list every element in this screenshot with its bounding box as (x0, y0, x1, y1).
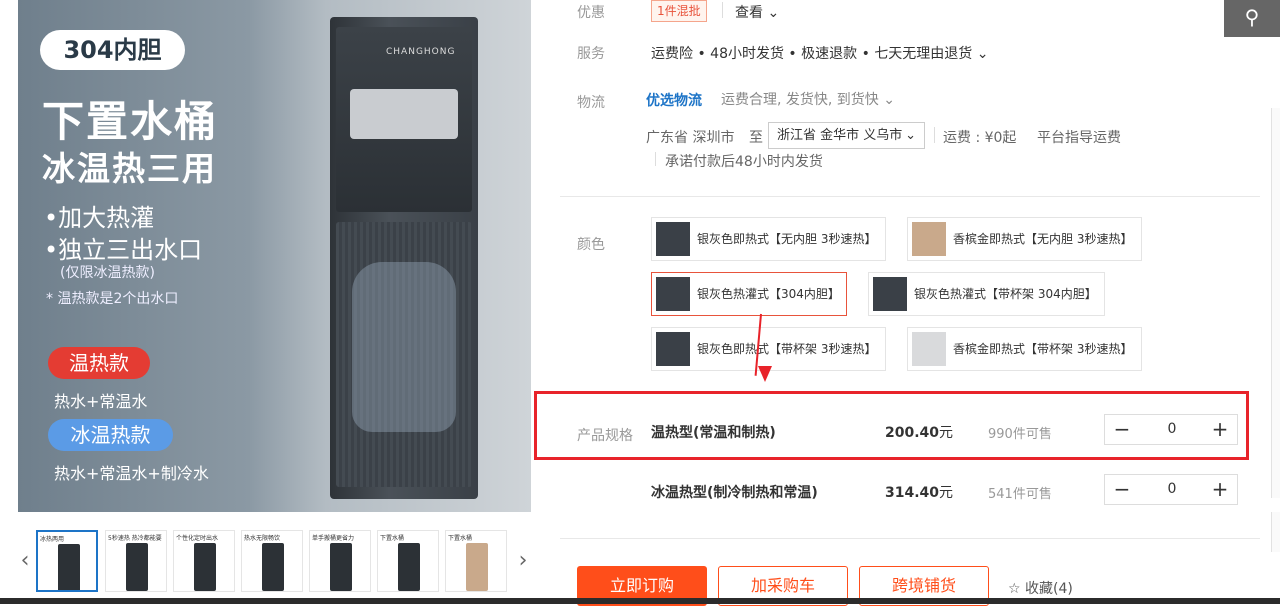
color-option[interactable]: 银灰色热灌式【带杯架 304内胆】 (868, 272, 1105, 316)
section-divider (560, 538, 1260, 539)
spec-price: 314.40元 (885, 485, 954, 501)
chevron-down-icon: ⌄ (883, 92, 895, 108)
increase-button[interactable]: + (1205, 475, 1235, 504)
promo-label: 优惠 (577, 5, 605, 21)
dispenser-tap-panel (350, 89, 458, 139)
thumbnail[interactable]: 热水无限畅饮 (241, 530, 303, 592)
chevron-down-icon: ⌄ (976, 46, 989, 62)
platform-freight: 平台指导运费 (1037, 130, 1121, 146)
thumbnail[interactable]: 单手搬桶更省力 (309, 530, 371, 592)
spec-stock: 541件可售 (988, 487, 1052, 502)
color-option-selected[interactable]: 银灰色热灌式【304内胆】 (651, 272, 847, 316)
quantity-input[interactable]: 0 (1137, 475, 1207, 504)
image-bullet-1: •加大热灌 (44, 204, 155, 232)
divider (655, 152, 656, 166)
image-subhead: 冰温热三用 (42, 149, 217, 188)
inner-tank-pill: 304内胆 (40, 30, 185, 70)
color-option[interactable]: 银灰色即热式【无内胆 3秒速热】 (651, 217, 886, 261)
image-headline: 下置水桶 (42, 97, 219, 146)
search-button[interactable]: ⚲ (1224, 0, 1280, 37)
tag-warm: 温热款 (48, 347, 150, 379)
divider (934, 127, 935, 143)
color-option[interactable]: 香槟金即热式【无内胆 3秒速热】 (907, 217, 1142, 261)
spec-name: 冰温热型(制冷制热和常温) (651, 485, 818, 501)
ship-promise: 承诺付款后48小时内发货 (665, 154, 823, 170)
chevron-down-icon: ⌄ (905, 128, 916, 143)
thumb-prev-button[interactable]: ‹ (18, 530, 32, 592)
color-label: 颜色 (577, 237, 605, 253)
image-bullet-2: •独立三出水口 (44, 236, 203, 264)
ship-from: 广东省 深圳市 (646, 130, 735, 146)
highlight-box (534, 391, 1249, 460)
image-bullet-note: (仅限冰温热款) (60, 265, 155, 281)
mixed-batch-badge: 1件混批 (651, 0, 707, 22)
logistics-desc[interactable]: 运费合理, 发货快, 到货快 ⌄ (721, 89, 895, 109)
tag-cold: 冰温热款 (48, 419, 173, 451)
ship-to-label: 至 (749, 130, 763, 146)
taskbar (0, 598, 1280, 604)
logistics-brand: 优选物流 (646, 93, 702, 109)
freight-text: 运费 : ¥0起 (943, 130, 1017, 146)
water-dispenser-illustration: CHANGHONG (330, 17, 478, 499)
annotation-arrow-head (758, 366, 772, 382)
color-option[interactable]: 银灰色即热式【带杯架 3秒速热】 (651, 327, 886, 371)
quantity-stepper: − 0 + (1104, 474, 1238, 505)
dispenser-bottom-cabinet (336, 222, 472, 487)
image-note: * 温热款是2个出水口 (46, 291, 179, 307)
decrease-button[interactable]: − (1107, 475, 1137, 504)
main-product-image: 304内胆 下置水桶 冰温热三用 •加大热灌 •独立三出水口 (仅限冰温热款) … (18, 0, 531, 512)
color-option[interactable]: 香槟金即热式【带杯架 3秒速热】 (907, 327, 1142, 371)
chevron-down-icon: ⌄ (767, 5, 780, 21)
search-icon: ⚲ (1244, 5, 1260, 29)
section-divider (560, 196, 1260, 197)
thumbnail[interactable]: 个性化定时出水 (173, 530, 235, 592)
ship-to-select[interactable]: 浙江省 金华市 义乌市 ⌄ (768, 122, 925, 149)
service-text[interactable]: 运费险 • 48小时发货 • 极速退款 • 七天无理由退货 ⌄ (651, 43, 988, 63)
service-label: 服务 (577, 46, 605, 62)
dispenser-top: CHANGHONG (336, 27, 472, 212)
thumbnail[interactable]: 5秒速热 热冷都能要 (105, 530, 167, 592)
water-bottle (352, 262, 456, 432)
thumbnail[interactable]: 下置水桶 (445, 530, 507, 592)
thumb-next-button[interactable]: › (516, 530, 530, 592)
tag-cold-desc: 热水+常温水+制冷水 (54, 464, 209, 483)
thumbnail[interactable]: 冰热两用 (36, 530, 98, 592)
thumbnail[interactable]: 下置水桶 (377, 530, 439, 592)
logistics-label: 物流 (577, 95, 605, 111)
favorite-button[interactable]: ☆ 收藏(4) (1008, 578, 1073, 598)
promo-view-link[interactable]: 查看 ⌄ (735, 2, 779, 22)
divider (722, 2, 723, 18)
tag-warm-desc: 热水+常温水 (54, 392, 148, 411)
side-toolbar (1271, 512, 1280, 552)
side-toolbar (1271, 108, 1280, 498)
dispenser-brand: CHANGHONG (386, 47, 456, 57)
